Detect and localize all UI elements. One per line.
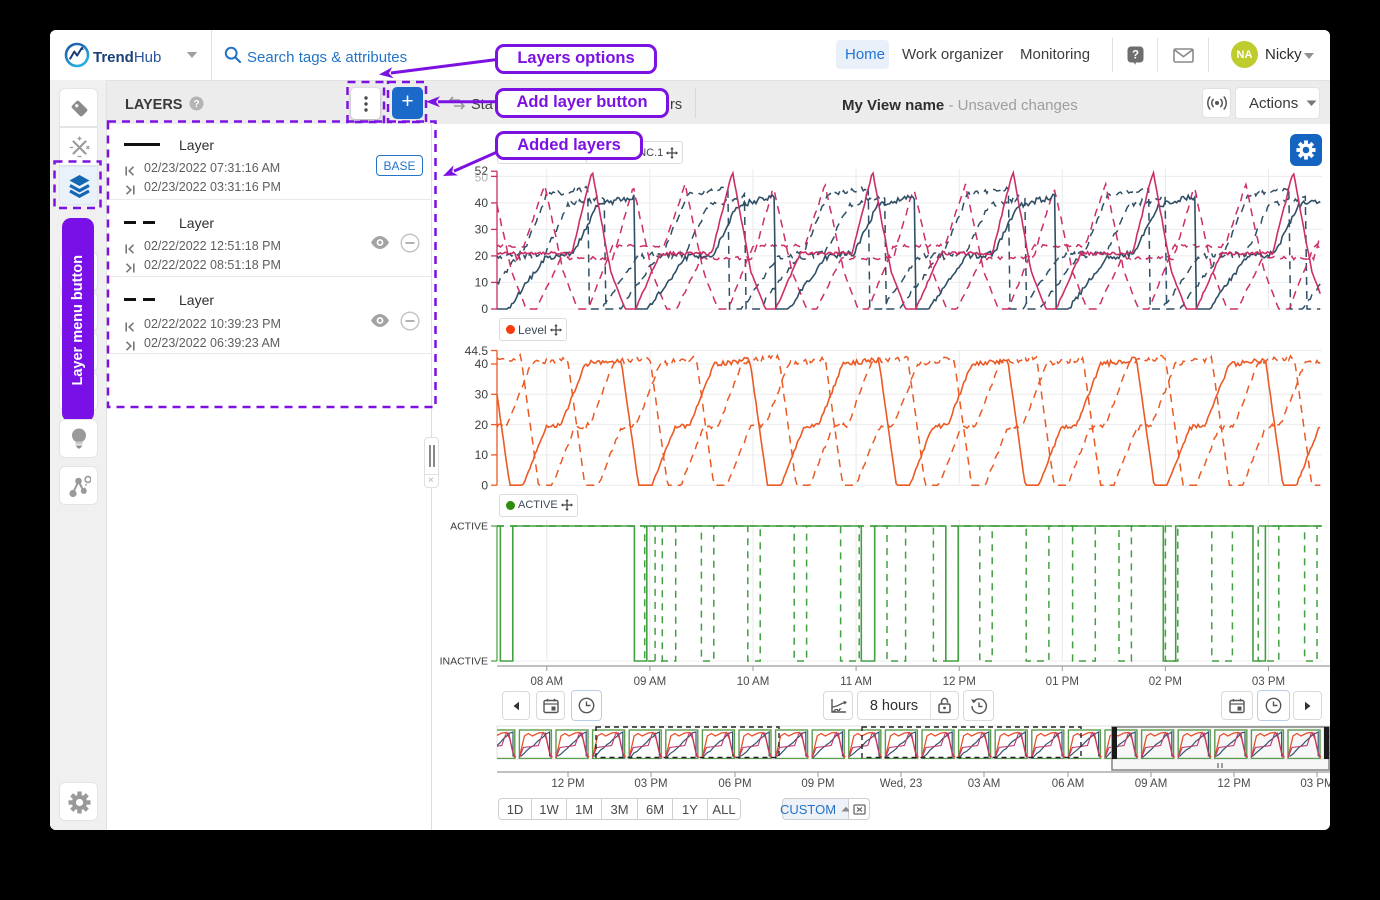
svg-text:03 AM: 03 AM — [968, 778, 1001, 790]
svg-text:40: 40 — [475, 357, 489, 371]
svg-text:30: 30 — [475, 388, 489, 402]
svg-text:INACTIVE: INACTIVE — [440, 656, 488, 668]
svg-text:44.5: 44.5 — [465, 344, 489, 358]
svg-text:12 PM: 12 PM — [943, 676, 976, 688]
svg-text:0: 0 — [481, 478, 488, 492]
svg-text:20: 20 — [475, 418, 489, 432]
svg-text:03 PM: 03 PM — [634, 778, 667, 790]
svg-text:Wed, 23: Wed, 23 — [880, 778, 923, 790]
svg-text:01 PM: 01 PM — [1046, 676, 1079, 688]
svg-text:03 PM: 03 PM — [1252, 676, 1285, 688]
svg-text:10: 10 — [475, 276, 489, 290]
svg-text:50: 50 — [475, 171, 489, 185]
svg-text:20: 20 — [475, 249, 489, 263]
svg-text:?: ? — [1132, 50, 1139, 62]
svg-text:30: 30 — [475, 223, 489, 237]
svg-text:12 PM: 12 PM — [1217, 778, 1250, 790]
svg-text:ACTIVE: ACTIVE — [450, 521, 488, 533]
svg-text:?: ? — [193, 99, 199, 110]
svg-text:06 PM: 06 PM — [718, 778, 751, 790]
svg-text:03 PM: 03 PM — [1300, 778, 1330, 790]
svg-text:08 AM: 08 AM — [530, 676, 563, 688]
svg-text:09 AM: 09 AM — [1135, 778, 1168, 790]
svg-text:12 PM: 12 PM — [551, 778, 584, 790]
svg-text:0: 0 — [481, 302, 488, 316]
svg-text:02 PM: 02 PM — [1149, 676, 1182, 688]
svg-text:40: 40 — [475, 196, 489, 210]
svg-text:10 AM: 10 AM — [737, 676, 770, 688]
svg-text:09 PM: 09 PM — [801, 778, 834, 790]
svg-text:11 AM: 11 AM — [840, 676, 872, 688]
svg-text:09 AM: 09 AM — [634, 676, 667, 688]
svg-text:06 AM: 06 AM — [1052, 778, 1085, 790]
svg-text:10: 10 — [475, 448, 489, 462]
